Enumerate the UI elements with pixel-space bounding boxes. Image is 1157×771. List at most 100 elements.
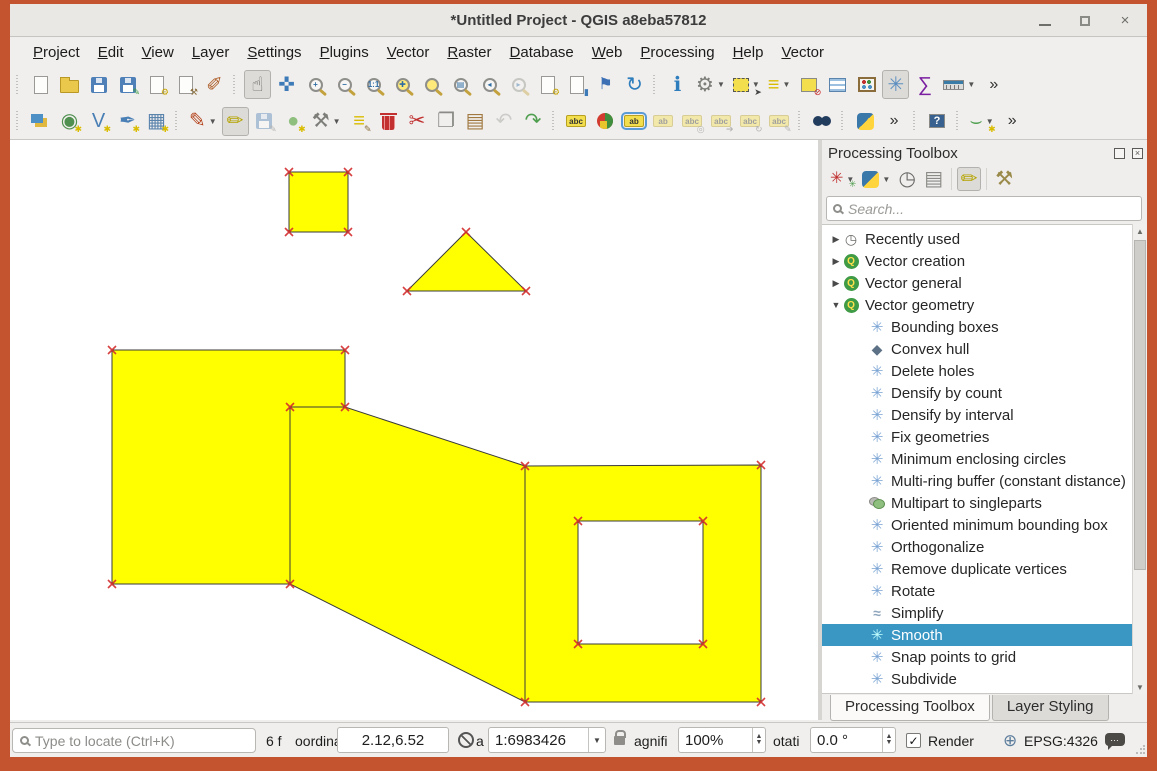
new-shapefile-layer-button[interactable]: V✱: [85, 107, 112, 136]
new-geopackage-layer-button[interactable]: ✒✱: [114, 107, 141, 136]
algorithm-multipart-to-singleparts[interactable]: Multipart to singleparts: [822, 492, 1147, 514]
feature-band-polygon[interactable]: [290, 407, 525, 702]
algorithm-oriented-minimum-bounding-box[interactable]: ✳Oriented minimum bounding box: [822, 514, 1147, 536]
cut-features-button[interactable]: ✂: [404, 107, 431, 136]
locate-input[interactable]: Type to locate (Ctrl+K): [12, 728, 256, 753]
options-button[interactable]: ⚒: [992, 167, 1016, 191]
delete-selected-button[interactable]: [375, 107, 402, 136]
new-3d-map-view-button[interactable]: ▮: [563, 70, 590, 99]
dock-tab-processing-toolbox[interactable]: Processing Toolbox: [830, 695, 990, 721]
zoom-native-button[interactable]: 1:1: [360, 70, 387, 99]
modify-attributes-button[interactable]: ≡✎: [346, 107, 373, 136]
toolbar-grip[interactable]: [955, 111, 963, 131]
select-features-button[interactable]: ➤▼: [730, 70, 763, 99]
pan-map-button[interactable]: ☝: [244, 70, 271, 99]
current-edits-dropdown-arrow[interactable]: ▼: [209, 117, 217, 126]
algorithm-remove-duplicate-vertices[interactable]: ✳Remove duplicate vertices: [822, 558, 1147, 580]
toggle-editing-button[interactable]: ✏: [222, 107, 249, 136]
category-recently-used[interactable]: ▶◷Recently used: [822, 228, 1147, 250]
resize-grip[interactable]: [1135, 745, 1145, 755]
select-features-by-value-button[interactable]: ≡▼: [765, 70, 794, 99]
scale-dropdown-arrow[interactable]: ▼: [588, 728, 605, 752]
collapse-arrow-icon[interactable]: ▼: [830, 300, 842, 310]
algorithm-densify-by-count[interactable]: ✳Densify by count: [822, 382, 1147, 404]
select-features-by-value-dropdown-arrow[interactable]: ▼: [782, 80, 790, 89]
python-console-button[interactable]: [852, 107, 879, 136]
algorithm-multi-ring-buffer-constant-distance-[interactable]: ✳Multi-ring buffer (constant distance): [822, 470, 1147, 492]
menu-view[interactable]: View: [133, 40, 183, 65]
new-print-layout-button[interactable]: ⚙: [143, 70, 170, 99]
menu-settings[interactable]: Settings: [238, 40, 310, 65]
menu-help[interactable]: Help: [724, 40, 773, 65]
digitize-with-shape-button[interactable]: ●✱: [280, 107, 307, 136]
coordinate-input[interactable]: 2.12,6.52: [337, 727, 449, 753]
algorithm-convex-hull[interactable]: ◆Convex hull: [822, 338, 1147, 360]
models-menu-dropdown-arrow[interactable]: ▼: [882, 175, 890, 184]
toolbar-grip[interactable]: [652, 75, 660, 95]
menu-vector-2[interactable]: Vector: [772, 40, 833, 65]
feature-right-polygon[interactable]: [525, 465, 761, 702]
label-toolbar-button[interactable]: ab: [621, 107, 648, 136]
map-canvas[interactable]: [10, 140, 818, 720]
extents-toggle-icon[interactable]: [458, 732, 474, 748]
render-checkbox-box[interactable]: ✓: [906, 733, 921, 748]
advanced-digitizing-tools-button[interactable]: ⚒▼: [309, 107, 344, 136]
toolbar-grip[interactable]: [15, 111, 23, 131]
close-button[interactable]: ×: [1117, 13, 1133, 29]
zoom-full-button[interactable]: ✚: [389, 70, 416, 99]
feature-small-square[interactable]: [289, 172, 348, 232]
tree-scrollbar[interactable]: ▲ ▼: [1132, 224, 1147, 694]
layer-diagram-options-button[interactable]: [592, 107, 619, 136]
algorithm-rotate[interactable]: ✳Rotate: [822, 580, 1147, 602]
paste-features-button[interactable]: ▤: [462, 107, 489, 136]
crs-status[interactable]: EPSG:4326: [1024, 723, 1098, 758]
algorithm-delete-holes[interactable]: ✳Delete holes: [822, 360, 1147, 382]
menu-web[interactable]: Web: [583, 40, 632, 65]
maximize-button[interactable]: [1077, 13, 1093, 29]
zoom-to-selection-button[interactable]: [418, 70, 445, 99]
menu-database[interactable]: Database: [501, 40, 583, 65]
algorithm-minimum-enclosing-circles[interactable]: ✳Minimum enclosing circles: [822, 448, 1147, 470]
save-project-as-button[interactable]: ✎: [114, 70, 141, 99]
zoom-out-button[interactable]: −: [331, 70, 358, 99]
lock-scale-icon[interactable]: [614, 736, 625, 745]
render-checkbox[interactable]: ✓: [906, 733, 921, 748]
toolbar-extension-3-button[interactable]: »: [999, 107, 1026, 136]
new-map-view-button[interactable]: ⚙: [534, 70, 561, 99]
algorithm-orthogonalize[interactable]: ✳Orthogonalize: [822, 536, 1147, 558]
scale-combobox[interactable]: 1:6983426 ▼: [488, 727, 606, 753]
edit-features-in-place-button[interactable]: ✏: [957, 167, 981, 191]
expand-arrow-icon[interactable]: ▶: [830, 256, 842, 267]
processing-toolbox-toggle-button[interactable]: ✳: [882, 70, 909, 99]
models-menu-button[interactable]: ▼: [859, 167, 893, 191]
open-data-source-manager-button[interactable]: [27, 107, 54, 136]
metasearch-button[interactable]: [809, 107, 836, 136]
scroll-up-arrow[interactable]: ▲: [1133, 224, 1147, 238]
category-vector-general[interactable]: ▶QVector general: [822, 272, 1147, 294]
panel-close-button[interactable]: ×: [1132, 148, 1143, 159]
dock-tab-layer-styling[interactable]: Layer Styling: [992, 695, 1109, 721]
help-contents-button[interactable]: ?: [924, 107, 951, 136]
toolbar-grip[interactable]: [797, 111, 805, 131]
save-project-button[interactable]: [85, 70, 112, 99]
category-vector-creation[interactable]: ▶QVector creation: [822, 250, 1147, 272]
scroll-down-arrow[interactable]: ▼: [1133, 680, 1147, 694]
results-viewer-button[interactable]: ▤: [921, 167, 946, 191]
zoom-last-button[interactable]: ◂: [476, 70, 503, 99]
messages-icon[interactable]: …: [1105, 733, 1125, 746]
redo-button[interactable]: ↷: [520, 107, 547, 136]
zoom-in-button[interactable]: +: [302, 70, 329, 99]
advanced-digitizing-tools-dropdown-arrow[interactable]: ▼: [333, 117, 341, 126]
minimize-button[interactable]: [1037, 13, 1053, 29]
show-statistical-summary-button[interactable]: ∑: [911, 70, 938, 99]
algorithms-menu-button[interactable]: ✳✳▼: [827, 167, 857, 191]
expand-arrow-icon[interactable]: ▶: [830, 234, 842, 245]
field-calculator-button[interactable]: [853, 70, 880, 99]
algorithm-simplify[interactable]: ≈Simplify: [822, 602, 1147, 624]
feature-triangle[interactable]: [407, 232, 526, 291]
new-project-button[interactable]: [27, 70, 54, 99]
measure-line-dropdown-arrow[interactable]: ▼: [967, 80, 975, 89]
toolbar-grip[interactable]: [174, 111, 182, 131]
menu-plugins[interactable]: Plugins: [311, 40, 378, 65]
render-checkbox-label[interactable]: Render: [928, 723, 974, 758]
